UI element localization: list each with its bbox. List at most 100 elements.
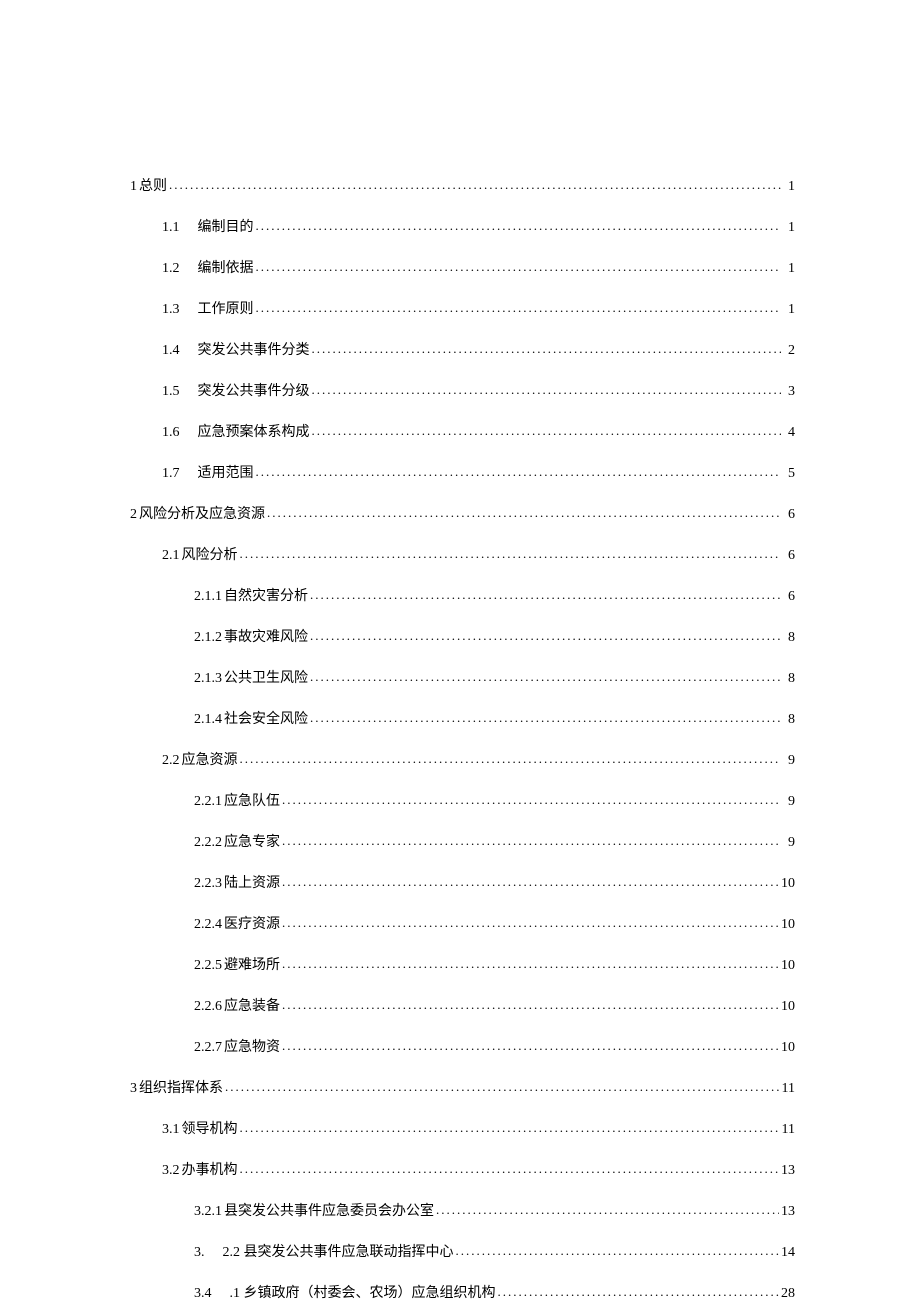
toc-leader-dots [256,259,782,275]
toc-title: 自然灾害分析 [224,585,308,605]
toc-number: 1.5 [162,384,180,400]
toc-entry: 1.5 突发公共事件分级 3 [130,380,795,400]
toc-leader-dots [240,1161,780,1177]
toc-page-number: 28 [781,1286,795,1302]
toc-label: 2.2应急资源 [162,749,238,769]
toc-label: 2.1.4社会安全风险 [194,708,308,728]
toc-title: 工作原则 [198,298,254,318]
toc-page-number: 10 [781,917,795,933]
toc-title: 领导机构 [182,1118,238,1138]
toc-title: 应急专家 [224,831,280,851]
toc-number: 1.6 [162,425,180,441]
toc-page-number: 1 [783,261,795,277]
toc-entry: 2.2.5避难场所 10 [130,954,795,974]
toc-entry: 1.3工作原则 1 [130,298,795,318]
toc-title: 突发公共事件分类 [198,339,310,359]
toc-number: 1.1 [162,220,180,236]
toc-label: 2.2.5避难场所 [194,954,280,974]
toc-leader-dots [256,300,782,316]
toc-page-number: 3 [783,384,795,400]
toc-leader-dots [256,218,782,234]
toc-title: 风险分析及应急资源 [139,503,265,523]
toc-label: 3组织指挥体系 [130,1077,223,1097]
toc-label: 2.2.4医疗资源 [194,913,280,933]
toc-label: 2.1风险分析 [162,544,238,564]
toc-number: 2.2.2 [194,835,222,851]
toc-entry: 1总则1 [130,175,795,195]
toc-title: 社会安全风险 [224,708,308,728]
toc-leader-dots [312,341,782,357]
toc-leader-dots [282,915,779,931]
toc-number: 3.4 [194,1286,212,1302]
toc-number: 2.2 [162,753,180,769]
toc-label: 1总则 [130,175,167,195]
toc-label: 3.2.1县突发公共事件应急委员会办公室 [194,1200,434,1220]
toc-title: 编制依据 [198,257,254,277]
toc-entry: 2.2.6应急装备10 [130,995,795,1015]
toc-label: 3.4 .1 乡镇政府（村委会、农场）应急组织机构 [194,1282,496,1302]
toc-title: 县突发公共事件应急委员会办公室 [224,1200,434,1220]
toc-title: 适用范围 [198,462,254,482]
toc-label: 1.3工作原则 [162,298,254,318]
toc-leader-dots [240,1120,780,1136]
toc-entry: 3.2.1县突发公共事件应急委员会办公室13 [130,1200,795,1220]
toc-label: 3.2.2 县突发公共事件应急联动指挥中心 [194,1241,454,1261]
toc-leader-dots [312,382,782,398]
toc-leader-dots [240,546,782,562]
toc-number: 2.1.2 [194,630,222,646]
toc-number: 2.2.6 [194,999,222,1015]
toc-entry: 1.2 编制依据 1 [130,257,795,277]
toc-page-number: 10 [781,958,795,974]
toc-leader-dots [436,1202,779,1218]
toc-page-number: 9 [783,753,795,769]
toc-entry: 2.1.1自然灾害分析6 [130,585,795,605]
toc-number: 1.4 [162,343,180,359]
toc-label: 1.7 适用范围 [162,462,254,482]
toc-number: 1.2 [162,261,180,277]
toc-entry: 2.2.3陆上资源 10 [130,872,795,892]
toc-title: 事故灾难风险 [224,626,308,646]
toc-label: 2.1.2事故灾难风险 [194,626,308,646]
toc-number: 3.1 [162,1122,180,1138]
toc-page-number: 10 [781,1040,795,1056]
toc-number: 2 [130,507,137,523]
toc-leader-dots [256,464,782,480]
toc-entry: 2.1.2事故灾难风险8 [130,626,795,646]
toc-title: 公共卫生风险 [224,667,308,687]
toc-title: 2.2 县突发公共事件应急联动指挥中心 [223,1241,454,1261]
toc-page-number: 5 [783,466,795,482]
toc-label: 3.1领导机构 [162,1118,238,1138]
toc-page-number: 8 [783,712,795,728]
toc-entry: 1.7 适用范围 5 [130,462,795,482]
toc-entry: 1.6 应急预案体系构成 4 [130,421,795,441]
toc-number: 3 [130,1081,137,1097]
toc-title: 突发公共事件分级 [198,380,310,400]
toc-title: 组织指挥体系 [139,1077,223,1097]
toc-number: 3.2.1 [194,1204,222,1220]
toc-entry: 2.1风险分析6 [130,544,795,564]
toc-title: .1 乡镇政府（村委会、农场）应急组织机构 [230,1282,496,1302]
toc-title: 总则 [139,175,167,195]
toc-entry: 3.4 .1 乡镇政府（村委会、农场）应急组织机构 28 [130,1282,795,1302]
toc-title: 医疗资源 [224,913,280,933]
toc-leader-dots [282,997,779,1013]
toc-entry: 2.1.4社会安全风险 8 [130,708,795,728]
toc-page-number: 1 [783,302,795,318]
toc-number: 2.2.1 [194,794,222,810]
table-of-contents: 1总则11.1编制目的11.2编制依据11.3工作原则11.4突发公共事件分类2… [130,175,795,1302]
toc-number: 1.7 [162,466,180,482]
toc-leader-dots [498,1284,780,1300]
toc-entry: 2.2应急资源 9 [130,749,795,769]
toc-page-number: 10 [781,876,795,892]
toc-entry: 3.2办事机构13 [130,1159,795,1179]
toc-page-number: 4 [783,425,795,441]
toc-leader-dots [169,177,781,193]
toc-label: 1.2 编制依据 [162,257,254,277]
toc-title: 应急队伍 [224,790,280,810]
toc-label: 2.2.3陆上资源 [194,872,280,892]
toc-label: 1.5 突发公共事件分级 [162,380,310,400]
toc-entry: 2.2.7应急物资10 [130,1036,795,1056]
toc-label: 1.4 突发公共事件分类 [162,339,310,359]
toc-entry: 1.4突发公共事件分类2 [130,339,795,359]
toc-title: 应急预案体系构成 [198,421,310,441]
